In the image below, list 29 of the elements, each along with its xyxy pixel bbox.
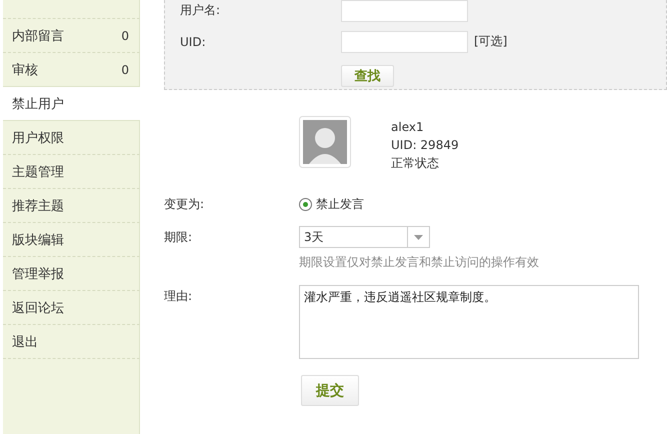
sidebar-item[interactable]: 返回论坛	[3, 291, 140, 325]
uid-text: UID: 29849	[391, 137, 459, 154]
uid-input[interactable]	[341, 30, 468, 52]
reason-textarea[interactable]: 灌水严重，违反逍遥社区规章制度。	[299, 285, 639, 359]
sidebar-item[interactable]: 管理举报	[3, 257, 140, 291]
status-text: 正常状态	[391, 155, 440, 172]
sidebar-item[interactable]: 内部留言 0	[3, 19, 140, 53]
dropdown-caret-icon	[414, 234, 423, 240]
search-button[interactable]: 查找	[341, 64, 394, 86]
optional-note: [可选]	[474, 33, 508, 50]
sidebar-item[interactable]: 主题管理	[3, 155, 140, 189]
sidebar-item[interactable]: 版块编辑	[3, 223, 140, 257]
username-label: 用户名:	[180, 2, 222, 19]
submit-button[interactable]: 提交	[301, 375, 359, 406]
username-input[interactable]	[341, 0, 468, 22]
period-label: 期限:	[164, 228, 194, 246]
avatar-silhouette-icon	[299, 116, 351, 168]
sidebar-item[interactable]: 审核 0	[3, 53, 140, 87]
sidebar-item[interactable]: 推荐主题	[3, 189, 140, 223]
reason-label: 理由:	[164, 288, 194, 305]
sidebar-item[interactable]: 退出	[3, 325, 140, 359]
username-text: alex1	[391, 119, 425, 136]
radio-label: 禁止发言	[316, 196, 364, 213]
sidebar-item[interactable]: 用户权限	[3, 121, 140, 155]
uid-label: UID:	[180, 34, 207, 48]
period-dropdown[interactable]: 3天	[299, 226, 430, 248]
radio-button[interactable]	[299, 198, 312, 211]
period-hint: 期限设置仅对禁止发言和禁止访问的操作有效	[299, 254, 540, 271]
change-label: 变更为:	[164, 196, 206, 213]
